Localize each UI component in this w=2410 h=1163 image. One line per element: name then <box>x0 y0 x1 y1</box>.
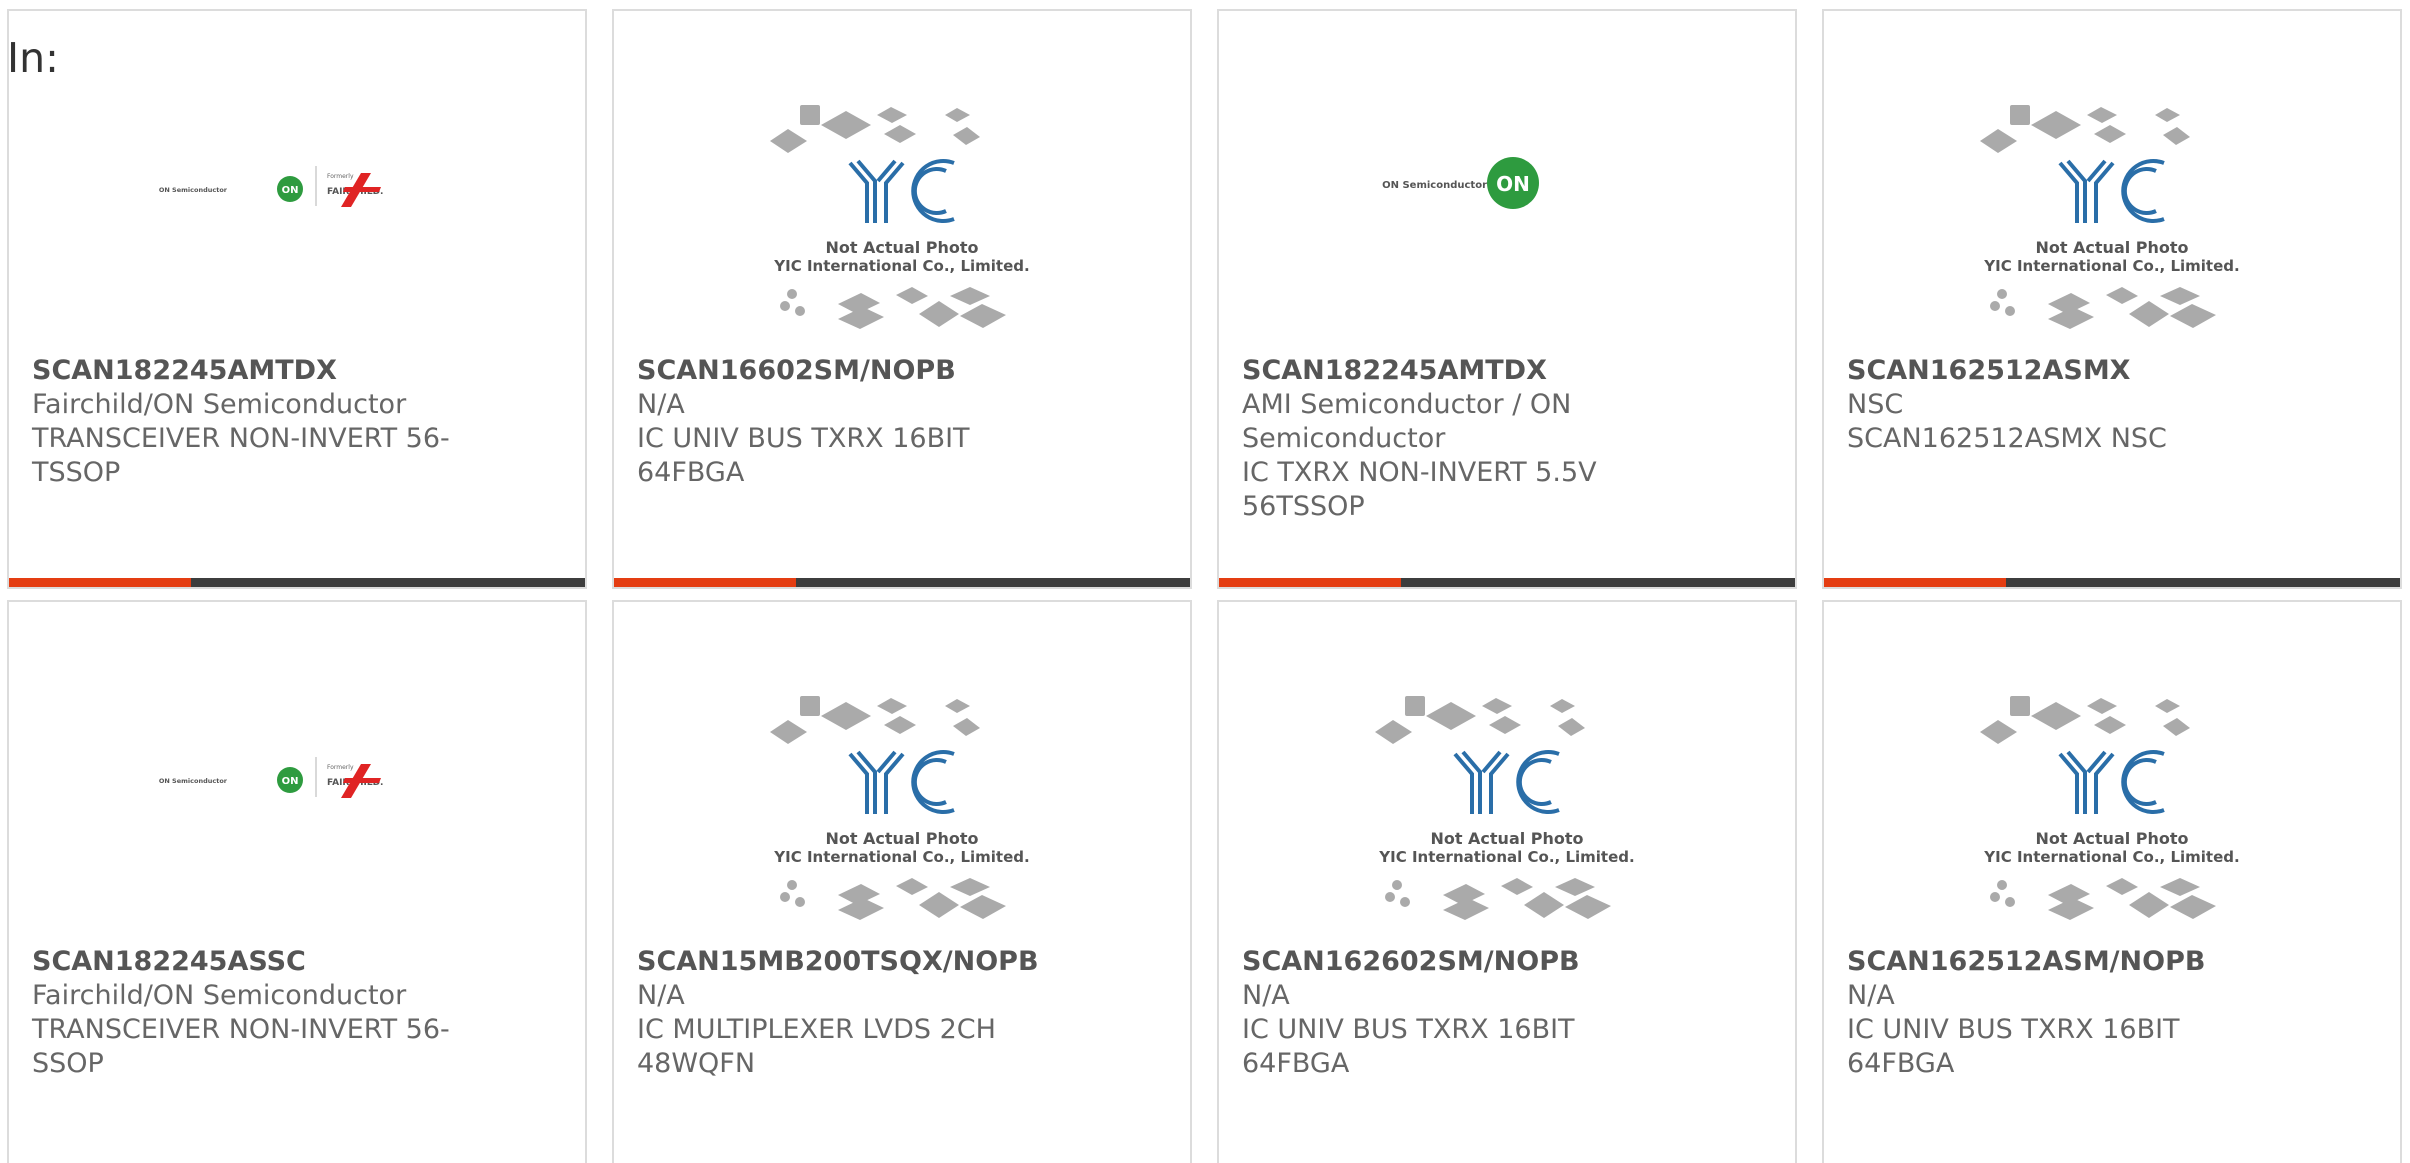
manufacturer: N/A <box>637 980 685 1011</box>
svg-text:YIC International Co., Limited: YIC International Co., Limited. <box>773 848 1029 866</box>
product-info: SCAN162602SM/NOPB N/A IC UNIV BUS TXRX 1… <box>1242 945 1675 1081</box>
product-image[interactable]: Not Actual Photo YIC International Co., … <box>1824 11 2400 351</box>
onsemi-fairchild-logo-icon: ON Semiconductor ON Formerly FAIRCHILD. <box>159 757 383 798</box>
product-image[interactable]: ON Semiconductor ON Formerly FAIRCHILD. <box>9 602 585 942</box>
svg-text:Not Actual Photo: Not Actual Photo <box>1430 829 1583 848</box>
manufacturer: Fairchild/ON Semiconductor <box>32 389 407 420</box>
svg-text:Not Actual Photo: Not Actual Photo <box>825 238 978 257</box>
card-bottom-bar <box>1219 578 1795 587</box>
part-number[interactable]: SCAN182245ASSC <box>32 945 465 979</box>
svg-text:ON: ON <box>282 776 299 787</box>
card-bottom-bar <box>614 578 1190 587</box>
part-number[interactable]: SCAN16602SM/NOPB <box>637 354 1070 388</box>
svg-text:Not Actual Photo: Not Actual Photo <box>2035 829 2188 848</box>
description: IC UNIV BUS TXRX 16BIT 64FBGA <box>1242 1014 1575 1079</box>
description: IC MULTIPLEXER LVDS 2CH 48WQFN <box>637 1014 996 1079</box>
description: IC UNIV BUS TXRX 16BIT 64FBGA <box>637 423 970 488</box>
product-info: SCAN182245AMTDX AMI Semiconductor / ON S… <box>1242 354 1675 524</box>
yic-placeholder-icon: Not Actual Photo YIC International Co., … <box>1980 696 2240 920</box>
svg-text:YIC International Co., Limited: YIC International Co., Limited. <box>773 257 1029 275</box>
part-number[interactable]: SCAN162602SM/NOPB <box>1242 945 1675 979</box>
description: TRANSCEIVER NON-INVERT 56-TSSOP <box>32 423 450 488</box>
svg-text:ON: ON <box>1496 172 1530 196</box>
yic-placeholder-icon: Not Actual Photo YIC International Co., … <box>770 696 1030 920</box>
description: IC TXRX NON-INVERT 5.5V 56TSSOP <box>1242 457 1597 522</box>
product-card[interactable]: ON Semiconductor ON Formerly FAIRCHILD. … <box>7 9 587 589</box>
yic-placeholder-icon: Not Actual Photo YIC International Co., … <box>1375 696 1635 920</box>
card-bottom-bar <box>9 578 585 587</box>
description: IC UNIV BUS TXRX 16BIT 64FBGA <box>1847 1014 2180 1079</box>
svg-text:Not Actual Photo: Not Actual Photo <box>2035 238 2188 257</box>
card-bottom-bar <box>1824 578 2400 587</box>
product-image[interactable]: Not Actual Photo YIC International Co., … <box>614 11 1190 351</box>
svg-text:ON Semiconductor: ON Semiconductor <box>159 186 228 194</box>
manufacturer: AMI Semiconductor / ON Semiconductor <box>1242 389 1572 454</box>
product-card[interactable]: Not Actual Photo YIC International Co., … <box>1822 600 2402 1163</box>
manufacturer: NSC <box>1847 389 1904 420</box>
part-number[interactable]: SCAN182245AMTDX <box>32 354 465 388</box>
product-grid-page: In: ON Semiconductor ON Formerly FAIRCHI… <box>0 0 2410 1163</box>
manufacturer: N/A <box>637 389 685 420</box>
product-info: SCAN15MB200TSQX/NOPB N/A IC MULTIPLEXER … <box>637 945 1070 1081</box>
product-image[interactable]: ON Semiconductor ON <box>1219 11 1795 351</box>
product-info: SCAN162512ASM/NOPB N/A IC UNIV BUS TXRX … <box>1847 945 2280 1081</box>
svg-text:Formerly: Formerly <box>327 173 354 180</box>
svg-text:ON Semiconductor: ON Semiconductor <box>159 777 228 785</box>
svg-text:YIC International Co., Limited: YIC International Co., Limited. <box>1983 848 2239 866</box>
onsemi-logo-icon: ON Semiconductor ON <box>1382 157 1539 209</box>
yic-placeholder-icon: Not Actual Photo YIC International Co., … <box>770 105 1030 329</box>
part-number[interactable]: SCAN162512ASMX <box>1847 354 2280 388</box>
part-number[interactable]: SCAN182245AMTDX <box>1242 354 1675 388</box>
product-image[interactable]: Not Actual Photo YIC International Co., … <box>1219 602 1795 942</box>
in-label: In: <box>7 34 59 82</box>
manufacturer: N/A <box>1847 980 1895 1011</box>
product-info: SCAN162512ASMX NSC SCAN162512ASMX NSC <box>1847 354 2280 456</box>
product-card[interactable]: Not Actual Photo YIC International Co., … <box>612 600 1192 1163</box>
product-card[interactable]: ON Semiconductor ON Formerly FAIRCHILD. … <box>7 600 587 1163</box>
product-card[interactable]: Not Actual Photo YIC International Co., … <box>1822 9 2402 589</box>
description: SCAN162512ASMX NSC <box>1847 423 2167 454</box>
product-image[interactable]: ON Semiconductor ON Formerly FAIRCHILD. <box>9 11 585 351</box>
product-card[interactable]: Not Actual Photo YIC International Co., … <box>612 9 1192 589</box>
product-info: SCAN182245ASSC Fairchild/ON Semiconducto… <box>32 945 465 1081</box>
product-info: SCAN16602SM/NOPB N/A IC UNIV BUS TXRX 16… <box>637 354 1070 490</box>
svg-text:YIC International Co., Limited: YIC International Co., Limited. <box>1983 257 2239 275</box>
description: TRANSCEIVER NON-INVERT 56-SSOP <box>32 1014 450 1079</box>
svg-text:YIC International Co., Limited: YIC International Co., Limited. <box>1378 848 1634 866</box>
onsemi-fairchild-logo-icon: ON Semiconductor ON Formerly FAIRCHILD. <box>159 166 383 207</box>
manufacturer: N/A <box>1242 980 1290 1011</box>
svg-text:ON: ON <box>282 185 299 196</box>
svg-text:Formerly: Formerly <box>327 764 354 771</box>
product-image[interactable]: Not Actual Photo YIC International Co., … <box>614 602 1190 942</box>
part-number[interactable]: SCAN15MB200TSQX/NOPB <box>637 945 1070 979</box>
yic-placeholder-icon: Not Actual Photo YIC International Co., … <box>1980 105 2240 329</box>
part-number[interactable]: SCAN162512ASM/NOPB <box>1847 945 2280 979</box>
svg-text:ON Semiconductor: ON Semiconductor <box>1382 180 1487 191</box>
product-image[interactable]: Not Actual Photo YIC International Co., … <box>1824 602 2400 942</box>
product-info: SCAN182245AMTDX Fairchild/ON Semiconduct… <box>32 354 465 490</box>
svg-text:Not Actual Photo: Not Actual Photo <box>825 829 978 848</box>
manufacturer: Fairchild/ON Semiconductor <box>32 980 407 1011</box>
product-card[interactable]: Not Actual Photo YIC International Co., … <box>1217 600 1797 1163</box>
product-card[interactable]: ON Semiconductor ON SCAN182245AMTDX AMI … <box>1217 9 1797 589</box>
